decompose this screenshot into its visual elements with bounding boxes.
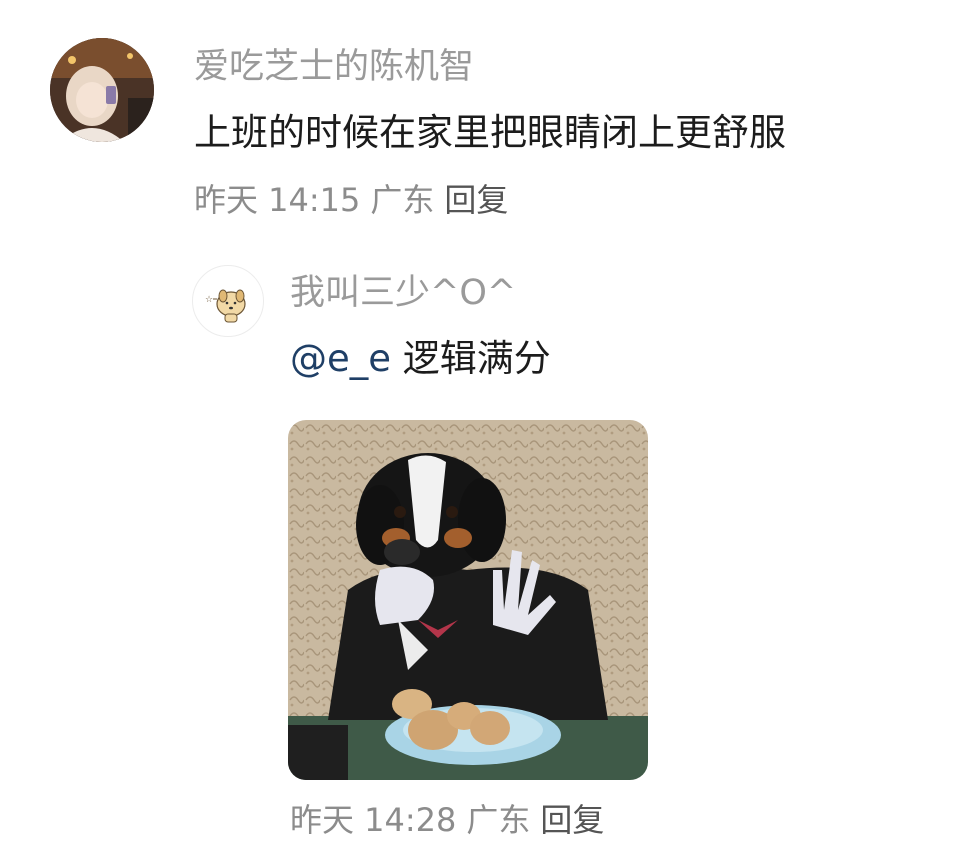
reply-user-avatar[interactable]: ☆ [192, 265, 264, 337]
avatar-photo-icon [50, 38, 154, 142]
mention-link[interactable]: @e_e [290, 337, 391, 380]
reply-text-row: @e_e 逻辑满分 [290, 340, 551, 377]
reply-username[interactable]: 我叫三少^O^ [290, 276, 516, 311]
reply-location: 广东 [466, 801, 531, 839]
comment-reply-button[interactable]: 回复 [444, 184, 508, 216]
reply-text: 逻辑满分 [402, 337, 551, 380]
comment-location: 广东 [370, 181, 435, 219]
reply-time: 昨天 14:28 [290, 801, 457, 839]
user-avatar[interactable] [50, 38, 154, 142]
comment-username[interactable]: 爱吃芝士的陈机智 [194, 50, 474, 85]
svg-text:☆: ☆ [205, 295, 213, 305]
comment-time: 昨天 14:15 [194, 181, 361, 219]
dog-in-suit-photo-icon [288, 420, 648, 780]
comment-text: 上班的时候在家里把眼睛闭上更舒服 [194, 111, 786, 154]
comment-meta: 昨天 14:15 广东 回复 [194, 184, 508, 216]
cartoon-dog-icon: ☆ [205, 289, 246, 323]
reply-reply-button[interactable]: 回复 [540, 804, 604, 836]
reply-meta: 昨天 14:28 广东 回复 [290, 804, 604, 836]
reply-image[interactable] [288, 420, 648, 780]
